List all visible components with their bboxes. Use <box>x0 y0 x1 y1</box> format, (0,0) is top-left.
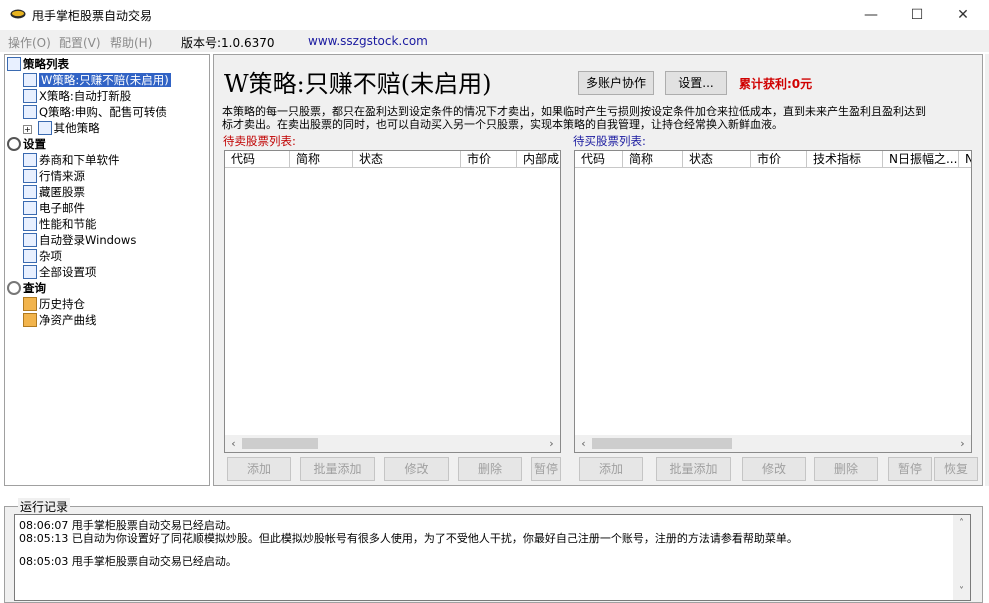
sell-col-code[interactable]: 代码 <box>225 151 290 168</box>
setting-doc-icon <box>23 185 37 199</box>
search-icon <box>7 281 21 295</box>
scroll-left-icon[interactable]: ‹ <box>225 435 242 452</box>
buy-col-status[interactable]: 状态 <box>683 151 751 168</box>
menu-config[interactable]: 配置(V) <box>59 34 101 51</box>
scroll-thumb[interactable] <box>592 438 732 449</box>
folder-icon <box>23 297 37 311</box>
tree-setting-broker[interactable]: 券商和下单软件 <box>23 152 120 168</box>
navigation-tree: 策略列表 W策略:只赚不赔(未启用) X策略:自动打新股 Q策略:申购、配售可转… <box>4 54 210 486</box>
buy-horizontal-scrollbar[interactable]: ‹ › <box>575 435 971 452</box>
scroll-down-icon[interactable]: ˅ <box>953 583 970 600</box>
menu-bar: 操作(O) 配置(V) 帮助(H) 版本号:1.0.6370 www.sszgs… <box>0 30 989 52</box>
sell-stock-table[interactable]: 代码 简称 状态 市价 内部成 ‹ › <box>224 150 561 453</box>
log-line: 08:05:13 已自动为你设置好了同花顺模拟炒股。但此模拟炒股帐号有很多人使用… <box>19 532 798 545</box>
tree-settings-header[interactable]: 设置 <box>7 136 46 152</box>
buy-col-name[interactable]: 简称 <box>623 151 683 168</box>
log-vertical-scrollbar[interactable]: ˄ ˅ <box>953 515 970 600</box>
tree-setting-all[interactable]: 全部设置项 <box>23 264 97 280</box>
sell-horizontal-scrollbar[interactable]: ‹ › <box>225 435 560 452</box>
sell-edit-button[interactable]: 修改 <box>384 457 449 481</box>
tree-query-networth[interactable]: 净资产曲线 <box>23 312 97 328</box>
setting-doc-icon <box>23 217 37 231</box>
buy-col-amplitude[interactable]: N日振幅之... <box>883 151 959 168</box>
app-logo-icon <box>10 9 26 19</box>
tree-setting-performance[interactable]: 性能和节能 <box>23 216 97 232</box>
log-line: 08:05:03 甩手掌柜股票自动交易已经启动。 <box>19 555 237 568</box>
strategy-list-icon <box>7 57 21 71</box>
tree-other-strategies[interactable]: + 其他策略 <box>23 120 100 136</box>
scroll-thumb[interactable] <box>242 438 318 449</box>
strategy-panel: W策略:只赚不赔(未启用) 多账户协作 设置... 累计获利:0元 本策略的每一… <box>213 54 983 486</box>
buy-add-button[interactable]: 添加 <box>579 457 643 481</box>
right-edge-strip <box>985 54 989 486</box>
expand-icon[interactable]: + <box>23 125 32 134</box>
minimize-button[interactable]: — <box>848 0 894 30</box>
scroll-left-icon[interactable]: ‹ <box>575 435 592 452</box>
title-bar: 甩手掌柜股票自动交易 — ☐ ✕ <box>0 0 989 30</box>
buy-batch-add-button[interactable]: 批量添加 <box>656 457 731 481</box>
buy-resume-button[interactable]: 恢复 <box>934 457 978 481</box>
setting-doc-icon <box>23 153 37 167</box>
buy-stock-table[interactable]: 代码 简称 状态 市价 技术指标 N日振幅之... N ‹ › <box>574 150 972 453</box>
tree-strategy-x[interactable]: X策略:自动打新股 <box>23 88 131 104</box>
buy-col-price[interactable]: 市价 <box>751 151 807 168</box>
version-label: 版本号:1.0.6370 <box>181 36 275 50</box>
close-button[interactable]: ✕ <box>940 0 986 30</box>
strategy-description: 本策略的每一只股票，都只在盈利达到设定条件的情况下才卖出，如果临时产生亏损则按设… <box>222 105 926 131</box>
strategy-doc-icon <box>23 73 37 87</box>
setting-doc-icon <box>23 265 37 279</box>
gear-icon <box>7 137 21 151</box>
strategy-doc-icon <box>23 89 37 103</box>
tree-strategy-q[interactable]: Q策略:申购、配售可转债 <box>23 104 167 120</box>
window-title: 甩手掌柜股票自动交易 <box>32 9 153 23</box>
buy-pause-button[interactable]: 暂停 <box>888 457 932 481</box>
buy-col-code[interactable]: 代码 <box>575 151 623 168</box>
settings-button[interactable]: 设置... <box>665 71 727 95</box>
scroll-right-icon[interactable]: › <box>543 435 560 452</box>
strategy-doc-icon <box>37 121 52 135</box>
buy-edit-button[interactable]: 修改 <box>742 457 806 481</box>
sell-col-name[interactable]: 简称 <box>290 151 353 168</box>
menu-operate[interactable]: 操作(O) <box>8 34 51 51</box>
menu-help[interactable]: 帮助(H) <box>110 34 152 51</box>
sell-col-cost[interactable]: 内部成 <box>517 151 560 168</box>
tree-setting-hidden[interactable]: 藏匿股票 <box>23 184 85 200</box>
sell-table-header: 代码 简称 状态 市价 内部成 <box>225 151 560 168</box>
multi-account-button[interactable]: 多账户协作 <box>578 71 654 95</box>
tree-strategy-header[interactable]: 策略列表 <box>7 56 69 72</box>
sell-delete-button[interactable]: 删除 <box>458 457 522 481</box>
tree-setting-misc[interactable]: 杂项 <box>23 248 62 264</box>
sell-list-label: 待卖股票列表: <box>223 134 296 148</box>
sell-col-status[interactable]: 状态 <box>353 151 461 168</box>
tree-query-header[interactable]: 查询 <box>7 280 46 296</box>
tree-strategy-w[interactable]: W策略:只赚不赔(未启用) <box>23 72 171 88</box>
buy-col-n[interactable]: N <box>959 151 971 168</box>
folder-icon <box>23 313 37 327</box>
log-textbox[interactable]: 08:06:07 甩手掌柜股票自动交易已经启动。 08:05:13 已自动为你设… <box>14 514 971 601</box>
scroll-up-icon[interactable]: ˄ <box>953 515 970 532</box>
strategy-title: W策略:只赚不赔(未启用) <box>224 70 492 98</box>
scroll-right-icon[interactable]: › <box>954 435 971 452</box>
sell-add-button[interactable]: 添加 <box>227 457 291 481</box>
buy-table-header: 代码 简称 状态 市价 技术指标 N日振幅之... N <box>575 151 971 168</box>
tree-setting-quote[interactable]: 行情来源 <box>23 168 85 184</box>
buy-delete-button[interactable]: 删除 <box>814 457 878 481</box>
buy-col-indicator[interactable]: 技术指标 <box>807 151 883 168</box>
setting-doc-icon <box>23 233 37 247</box>
tree-query-history[interactable]: 历史持仓 <box>23 296 85 312</box>
log-title: 运行记录 <box>18 498 71 515</box>
setting-doc-icon <box>23 249 37 263</box>
buy-list-label: 待买股票列表: <box>573 134 646 148</box>
setting-doc-icon <box>23 169 37 183</box>
tree-setting-autologin[interactable]: 自动登录Windows <box>23 232 136 248</box>
sell-pause-button[interactable]: 暂停 <box>531 457 561 481</box>
website-link[interactable]: www.sszgstock.com <box>308 34 428 48</box>
maximize-button[interactable]: ☐ <box>894 0 940 30</box>
setting-doc-icon <box>23 201 37 215</box>
strategy-doc-icon <box>23 105 37 119</box>
sell-batch-add-button[interactable]: 批量添加 <box>300 457 375 481</box>
profit-label: 累计获利:0元 <box>739 77 813 91</box>
tree-setting-email[interactable]: 电子邮件 <box>23 200 85 216</box>
sell-col-price[interactable]: 市价 <box>461 151 517 168</box>
